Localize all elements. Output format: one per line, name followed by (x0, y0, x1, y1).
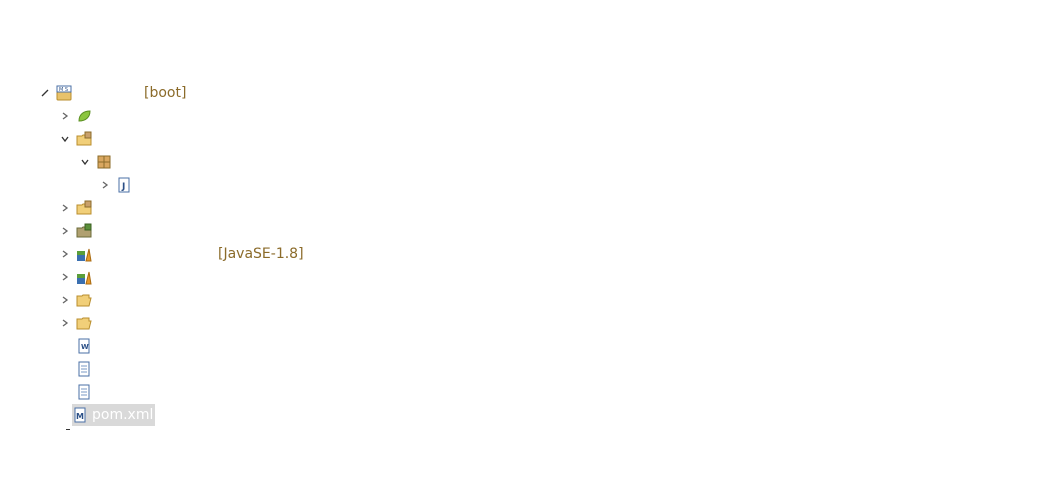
svg-text:M S: M S (59, 87, 68, 93)
expand-arrow-icon[interactable] (58, 201, 72, 215)
text-file-icon (76, 361, 92, 377)
word-file-icon: W (76, 338, 92, 354)
expand-arrow-icon[interactable] (98, 178, 112, 192)
tree-row-package[interactable] (78, 151, 116, 173)
expand-arrow-icon[interactable] (58, 293, 72, 307)
collapse-chevron-icon[interactable] (58, 132, 72, 146)
selected-item-highlight[interactable]: M pom.xml (72, 404, 156, 426)
tree-row-folder-target[interactable] (58, 312, 96, 334)
package-icon (96, 154, 112, 170)
expand-arrow-icon[interactable] (58, 224, 72, 238)
tree-row-maven-dependencies[interactable] (58, 266, 96, 288)
expand-arrow-icon[interactable] (58, 109, 72, 123)
source-folder-icon (76, 200, 92, 216)
tree-row-folder-src[interactable] (58, 289, 96, 311)
svg-text:W: W (81, 343, 89, 351)
tree-row-word-file[interactable]: W (58, 335, 96, 357)
folder-icon (76, 292, 92, 308)
tree-row-text-file[interactable] (58, 358, 96, 380)
folder-icon (76, 315, 92, 331)
project-explorer-tree: M S [boot] J [JavaSE-1.8] W M pom.xml (0, 0, 1061, 482)
tree-row-spring[interactable] (58, 105, 96, 127)
tree-row-pom-xml[interactable]: M pom.xml (58, 404, 156, 426)
expand-arrow-icon[interactable] (58, 270, 72, 284)
text-file-icon (76, 384, 92, 400)
expand-arrow-icon[interactable] (58, 247, 72, 261)
java-file-icon: J (116, 177, 132, 193)
tree-row-java-file[interactable]: J (98, 174, 136, 196)
tree-row-jre-library[interactable]: [JavaSE-1.8] (58, 243, 304, 265)
resource-folder-icon (76, 223, 92, 239)
maven-pom-icon: M (72, 407, 88, 423)
tree-row-text-file[interactable] (58, 381, 96, 403)
spring-leaf-icon (76, 108, 92, 124)
tree-row-resources[interactable] (58, 220, 96, 242)
maven-spring-project-icon: M S (56, 85, 72, 101)
collapse-chevron-icon[interactable] (78, 155, 92, 169)
library-icon (76, 269, 92, 285)
source-folder-icon (76, 131, 92, 147)
svg-text:M: M (76, 412, 84, 421)
tree-row-src-test[interactable] (58, 197, 96, 219)
tree-row-src-main[interactable] (58, 128, 96, 150)
expand-arrow-icon[interactable] (58, 316, 72, 330)
tree-end-marker (66, 429, 70, 430)
tree-row-root[interactable]: M S [boot] (38, 82, 186, 104)
svg-text:J: J (121, 182, 125, 192)
collapse-arrow-icon[interactable] (38, 86, 52, 100)
root-decoration: [boot] (144, 85, 187, 101)
pom-xml-label: pom.xml (92, 407, 154, 423)
library-icon (76, 246, 92, 262)
jre-version-decoration: [JavaSE-1.8] (218, 246, 304, 262)
